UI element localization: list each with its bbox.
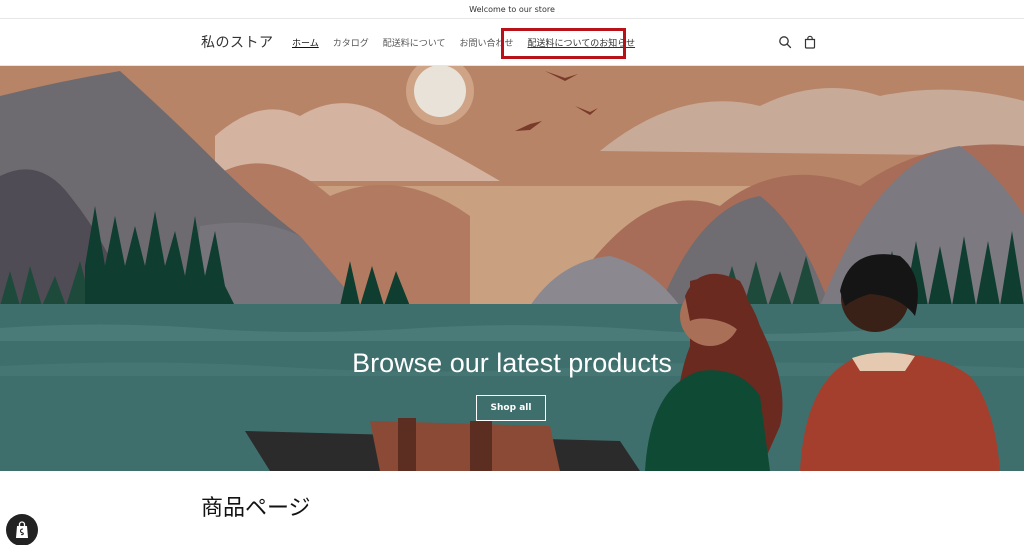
hero-banner: Browse our latest products Shop all xyxy=(0,66,1024,471)
search-icon[interactable] xyxy=(777,34,793,50)
nav-home[interactable]: ホーム xyxy=(292,36,319,49)
cart-icon[interactable] xyxy=(802,34,818,50)
main-nav: ホーム カタログ 配送料について お問い合わせ 配送料についてのお知らせ xyxy=(292,36,649,49)
nav-shipping[interactable]: 配送料について xyxy=(383,36,446,49)
section-title: 商品ページ xyxy=(201,496,311,521)
store-logo[interactable]: 私のストア xyxy=(201,32,274,52)
nav-shipping-notice[interactable]: 配送料についてのお知らせ xyxy=(528,36,636,49)
announcement-text: Welcome to our store xyxy=(469,5,555,14)
nav-catalog[interactable]: カタログ xyxy=(333,36,369,49)
nav-contact[interactable]: お問い合わせ xyxy=(459,36,513,49)
hero-title: Browse our latest products xyxy=(352,348,672,378)
shopify-bag-icon[interactable] xyxy=(6,514,38,545)
site-header: 私のストア ホーム カタログ 配送料について お問い合わせ 配送料についてのお知… xyxy=(0,19,1024,66)
shop-all-button[interactable]: Shop all xyxy=(476,395,546,421)
announcement-bar: Welcome to our store xyxy=(0,0,1024,19)
